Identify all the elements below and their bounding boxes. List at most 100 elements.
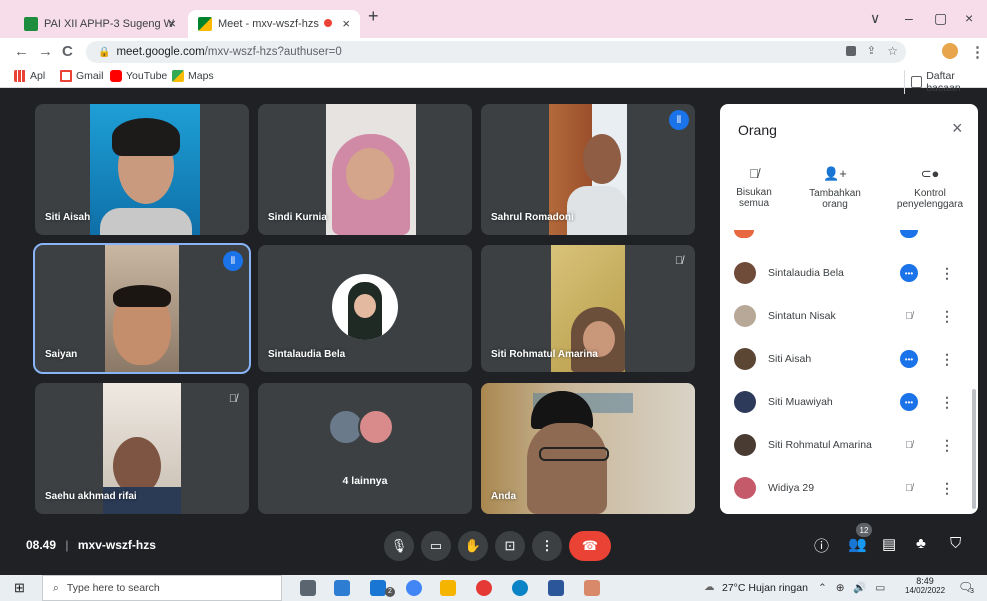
host-shield-icon[interactable]: ⛉	[950, 535, 961, 552]
taskbar-search-box[interactable]: ⌕ Type here to search	[42, 575, 282, 601]
bookmark-star-icon[interactable]: ☆	[887, 44, 898, 58]
toggle-icon: ⊂●	[920, 166, 940, 181]
back-arrow-icon[interactable]: ←	[14, 43, 29, 60]
participant-row[interactable]: Widiya 29 🎙̸ ⋮	[720, 467, 978, 509]
close-tab-icon[interactable]: ×	[168, 16, 176, 31]
youtube-icon	[110, 70, 122, 82]
browser-tab-meet[interactable]: Meet - mxv-wszf-hzs ×	[188, 10, 360, 38]
others-count-label: 4 lainnya	[342, 475, 388, 487]
participant-avatar	[734, 348, 756, 370]
task-view-icon[interactable]	[300, 580, 316, 596]
participant-name: Saehu akhmad rifai	[45, 491, 137, 502]
weather-text[interactable]: 27°C Hujan ringan	[722, 582, 808, 594]
participant-row-name: Sintalaudia Bela	[768, 267, 844, 279]
participant-more-icon[interactable]: ⋮	[940, 437, 954, 454]
camera-icon: ▭	[429, 538, 443, 553]
browser-toolbar: ← → C 🔒 meet.google.com /mxv-wszf-hzs?au…	[0, 38, 987, 66]
opera-icon[interactable]	[476, 580, 492, 596]
participant-row[interactable]: Siti Muawiyah ••• ⋮	[720, 381, 978, 423]
reload-icon[interactable]: C	[62, 43, 73, 60]
participant-avatar	[734, 305, 756, 327]
participant-name: Sahrul Romadoni	[491, 212, 574, 223]
system-tray-icons[interactable]: ⌃ ⊕ 🔊 ▭	[818, 581, 888, 594]
taskbar-clock[interactable]: 8:49 14/02/2022	[905, 576, 945, 595]
word-icon[interactable]	[548, 580, 564, 596]
bookmark-label: Gmail	[76, 70, 104, 82]
mic-off-icon: 🎙̸	[228, 393, 238, 405]
chrome-icon[interactable]	[406, 580, 422, 596]
reading-list[interactable]: Daftar bacaan	[904, 70, 987, 94]
paint-app-icon[interactable]	[584, 580, 600, 596]
close-panel-icon[interactable]: ×	[952, 118, 963, 139]
bookmark-label: Apl	[30, 70, 46, 82]
participant-tile[interactable]: Sintalaudia Bela	[258, 245, 472, 372]
bookmark-gmail[interactable]: Gmail	[60, 70, 103, 82]
participant-tile[interactable]: 🎙̸ Saehu akhmad rifai	[35, 383, 249, 514]
tab-search-icon[interactable]: ∨	[870, 10, 880, 27]
more-options-button[interactable]: ⋮	[532, 531, 562, 561]
new-tab-button[interactable]: +	[368, 6, 379, 27]
mute-all-button[interactable]: 🎙̸ Bisukan semua	[724, 166, 784, 209]
minimize-button[interactable]: –	[905, 10, 913, 26]
glasses-shape	[539, 447, 609, 461]
participant-row[interactable]: Siti Rohmatul Amarina 🎙̸ ⋮	[720, 424, 978, 466]
present-button[interactable]: ⊡	[495, 531, 525, 561]
window-close-button[interactable]: ×	[965, 10, 973, 26]
panel-scrollbar[interactable]	[972, 389, 976, 509]
participant-tile-pinned[interactable]: ⦀ Saiyan	[33, 243, 251, 374]
recording-dot-icon	[324, 19, 332, 27]
participant-more-icon[interactable]: ⋮	[940, 394, 954, 411]
raise-hand-button[interactable]: ✋	[458, 531, 488, 561]
participant-row[interactable]: Siti Aisah ••• ⋮	[720, 338, 978, 380]
participant-tile[interactable]: Siti Aisah	[35, 104, 249, 235]
participant-avatar	[734, 477, 756, 499]
participant-more-icon[interactable]: ⋮	[940, 480, 954, 497]
self-tile[interactable]: Anda	[481, 383, 695, 514]
profile-avatar[interactable]	[942, 43, 958, 59]
windows-start-icon[interactable]: ⊞	[14, 580, 25, 596]
participant-avatar	[734, 434, 756, 456]
close-tab-icon[interactable]: ×	[342, 16, 350, 31]
participant-more-icon[interactable]: ⋮	[940, 265, 954, 282]
edge-icon[interactable]	[512, 580, 528, 596]
others-tile[interactable]: 4 lainnya	[258, 383, 472, 514]
camera-button[interactable]: ▭	[421, 531, 451, 561]
meeting-details-icon[interactable]: ⓘ	[814, 535, 829, 556]
bookmark-youtube[interactable]: YouTube	[110, 70, 167, 82]
shirt-shape	[100, 208, 192, 235]
mail-app-icon[interactable]	[370, 580, 386, 596]
mic-button[interactable]: 🎙	[384, 531, 414, 561]
participant-more-icon[interactable]: ⋮	[940, 308, 954, 325]
participant-row[interactable]: Sintatun Nisak 🎙̸ ⋮	[720, 295, 978, 337]
participant-tile[interactable]: Sindi Kurnia	[258, 104, 472, 235]
maximize-button[interactable]: ▢	[934, 10, 947, 27]
participant-more-icon[interactable]: ⋮	[940, 351, 954, 368]
meeting-control-bar: 08.49 | mxv-wszf-hzs 🎙 ▭ ✋ ⊡ ⋮ ☎ ⓘ 👥 12 …	[0, 521, 987, 572]
action-label: Bisukan semua	[736, 187, 772, 209]
bookmark-apps[interactable]: Apl	[14, 70, 45, 82]
action-label: Kontrol penyelenggara	[896, 188, 964, 210]
chat-icon[interactable]: ▤	[882, 535, 896, 553]
calendar-app-icon[interactable]	[334, 580, 350, 596]
add-people-button[interactable]: 👤+ Tambahkan orang	[800, 166, 870, 210]
forward-arrow-icon[interactable]: →	[38, 43, 53, 60]
mic-off-icon: 🎙̸	[674, 255, 684, 267]
end-call-button[interactable]: ☎	[569, 531, 611, 561]
address-bar[interactable]: 🔒 meet.google.com /mxv-wszf-hzs?authuser…	[86, 41, 906, 63]
tab-title: PAI XII APHP-3 Sugeng Widodo	[44, 18, 174, 30]
host-controls-button[interactable]: ⊂● Kontrol penyelenggara	[888, 166, 972, 210]
bookmark-maps[interactable]: Maps	[172, 70, 214, 82]
panel-title: Orang	[738, 122, 777, 138]
file-explorer-icon[interactable]	[440, 580, 456, 596]
participant-row-name: Siti Rohmatul Amarina	[768, 439, 872, 451]
participant-row[interactable]: Sintalaudia Bela ••• ⋮	[720, 252, 978, 294]
activities-icon[interactable]: ♣	[916, 535, 926, 552]
participant-tile[interactable]: 🎙̸ Siti Rohmatul Amarina	[481, 245, 695, 372]
participant-tile[interactable]: ⦀ Sahrul Romadoni	[481, 104, 695, 235]
share-icon[interactable]: ⇪	[867, 44, 876, 57]
browser-menu-icon[interactable]: ⋮	[970, 43, 985, 61]
camera-icon[interactable]	[846, 46, 856, 56]
people-icon[interactable]: 👥	[848, 535, 867, 553]
browser-tab-classroom[interactable]: PAI XII APHP-3 Sugeng Widodo ×	[14, 10, 186, 38]
participant-avatar	[332, 274, 398, 340]
